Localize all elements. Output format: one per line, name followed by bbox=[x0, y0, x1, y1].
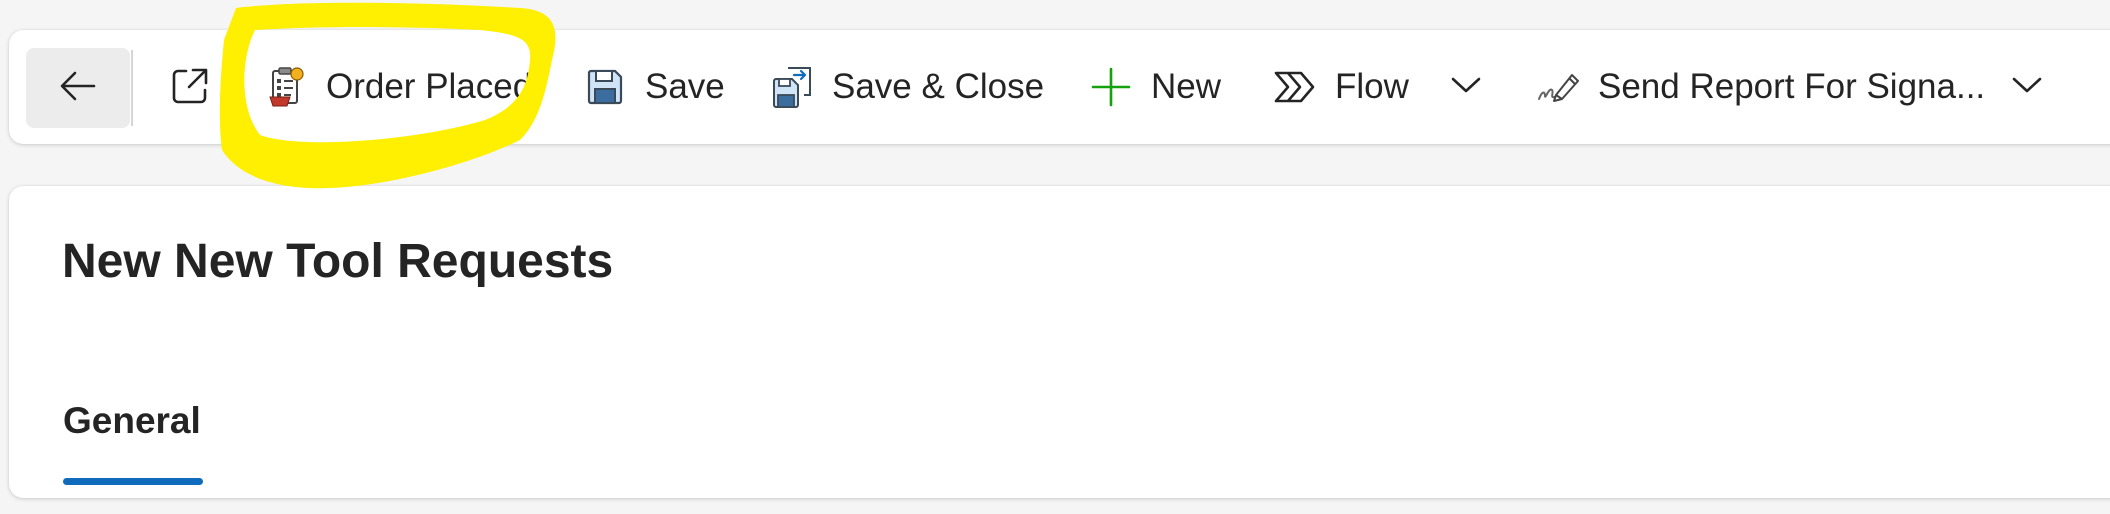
open-in-new-window-button[interactable] bbox=[159, 48, 221, 128]
send-report-label: Send Report For Signa... bbox=[1598, 67, 1986, 106]
open-in-new-window-icon bbox=[169, 65, 211, 112]
order-placed-label: Order Placed bbox=[326, 67, 533, 106]
app-window: Order Placed Save Save & Close New Flow … bbox=[0, 0, 2110, 514]
active-tab-indicator bbox=[63, 478, 203, 485]
new-label: New bbox=[1151, 67, 1222, 106]
order-placed-button[interactable]: Order Placed bbox=[264, 30, 532, 144]
flow-label: Flow bbox=[1335, 67, 1409, 106]
back-button[interactable] bbox=[26, 48, 130, 128]
tab-general[interactable]: General bbox=[63, 400, 201, 442]
save-label: Save bbox=[645, 67, 725, 106]
command-bar: Order Placed Save Save & Close New Flow … bbox=[9, 30, 2110, 144]
page-title: New New Tool Requests bbox=[62, 235, 614, 288]
arrow-left-icon bbox=[58, 66, 98, 111]
power-automate-flow-icon bbox=[1273, 65, 1317, 109]
plus-icon bbox=[1089, 65, 1133, 109]
chevron-down-icon bbox=[2012, 76, 2042, 99]
send-report-for-signature-button[interactable]: Send Report For Signa... bbox=[1536, 30, 1985, 144]
command-divider bbox=[131, 50, 133, 126]
new-button[interactable]: New bbox=[1089, 30, 1221, 144]
save-and-close-button[interactable]: Save & Close bbox=[770, 30, 1044, 144]
form-card: New New Tool Requests General bbox=[9, 186, 2110, 498]
floppy-disk-icon bbox=[583, 65, 627, 109]
flow-button[interactable]: Flow bbox=[1273, 30, 1409, 144]
clipboard-checklist-icon bbox=[264, 65, 308, 109]
more-commands-dropdown-button[interactable] bbox=[2002, 30, 2052, 144]
save-button[interactable]: Save bbox=[583, 30, 725, 144]
chevron-down-icon bbox=[1451, 76, 1481, 99]
command-divider bbox=[233, 50, 235, 126]
save-and-close-label: Save & Close bbox=[832, 67, 1045, 106]
save-and-close-icon bbox=[770, 65, 814, 109]
flow-dropdown-button[interactable] bbox=[1441, 30, 1491, 144]
signature-pen-icon bbox=[1536, 65, 1580, 109]
